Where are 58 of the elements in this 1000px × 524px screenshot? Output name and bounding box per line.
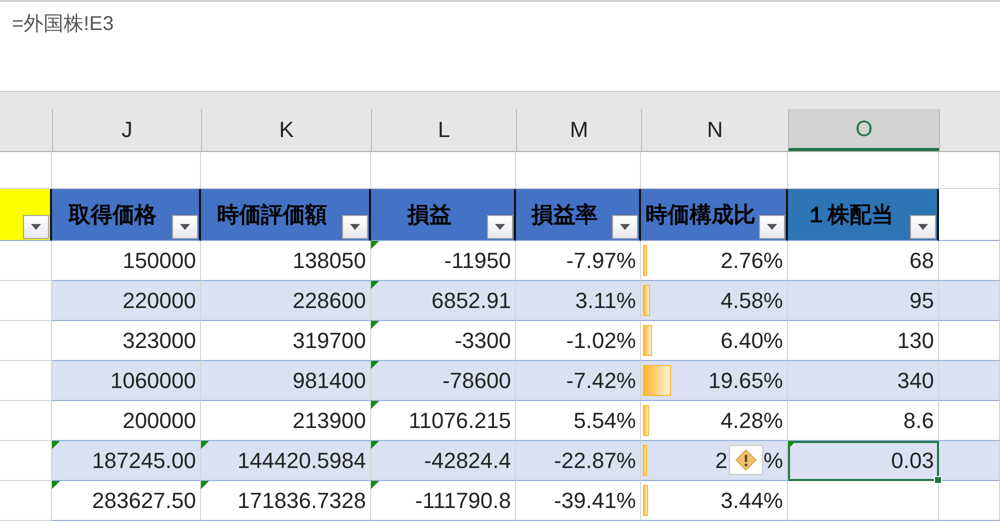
table-cell[interactable]: 283627.50 bbox=[52, 481, 201, 521]
filter-dropdown-button[interactable] bbox=[612, 215, 638, 239]
table-cell[interactable]: 981400 bbox=[201, 361, 371, 401]
table-cell[interactable]: 228600 bbox=[201, 281, 371, 321]
filter-dropdown-button[interactable] bbox=[23, 215, 49, 239]
empty-cell bbox=[939, 152, 1000, 189]
table-header-cell: 損益率 bbox=[516, 189, 641, 241]
table-cell[interactable]: -78600 bbox=[371, 361, 516, 401]
formula-text[interactable]: =外国株!E3 bbox=[12, 13, 114, 35]
table-cell[interactable]: -22.87% bbox=[516, 441, 641, 481]
fill-handle[interactable] bbox=[934, 476, 942, 484]
table-cell[interactable]: 3.11% bbox=[516, 281, 641, 321]
table-cell[interactable]: 0.03 bbox=[788, 441, 939, 481]
table-cell[interactable]: 187245.00 bbox=[52, 441, 201, 481]
column-header[interactable]: K bbox=[201, 92, 371, 152]
table-header-cell: 時価構成比 bbox=[641, 189, 788, 241]
table-cell[interactable]: 220000 bbox=[52, 281, 201, 321]
table-cell[interactable]: -39.41% bbox=[516, 481, 641, 521]
table-cell[interactable]: 3.44% bbox=[641, 481, 788, 521]
table-header-cell: 時価評価額 bbox=[201, 189, 371, 241]
table-header-cell: １株配当 bbox=[788, 189, 939, 241]
caret-icon bbox=[495, 224, 505, 230]
table-cell[interactable]: 144420.5984 bbox=[201, 441, 371, 481]
empty-cell bbox=[0, 481, 52, 521]
column-header[interactable]: J bbox=[52, 92, 201, 152]
caret-icon bbox=[918, 224, 928, 230]
column-header[interactable]: N bbox=[641, 92, 788, 152]
filter-dropdown-button[interactable] bbox=[487, 215, 513, 239]
warning-icon[interactable] bbox=[729, 445, 763, 475]
caret-icon bbox=[767, 224, 777, 230]
empty-cell bbox=[0, 321, 52, 361]
filter-dropdown-button[interactable] bbox=[759, 215, 785, 239]
filter-dropdown-button[interactable] bbox=[910, 215, 936, 239]
table-cell[interactable]: 19.65% bbox=[641, 361, 788, 401]
table-cell[interactable]: 171836.7328 bbox=[201, 481, 371, 521]
table-cell[interactable]: 2 % bbox=[641, 441, 788, 481]
table-cell[interactable]: 6852.91 bbox=[371, 281, 516, 321]
table-cell[interactable]: -7.42% bbox=[516, 361, 641, 401]
table-cell[interactable]: 95 bbox=[788, 281, 939, 321]
table-cell[interactable]: 340 bbox=[788, 361, 939, 401]
caret-icon bbox=[620, 224, 630, 230]
table-cell[interactable]: -42824.4 bbox=[371, 441, 516, 481]
caret-icon bbox=[180, 224, 190, 230]
empty-cell bbox=[939, 481, 1000, 521]
caret-icon bbox=[31, 224, 41, 230]
column-header[interactable]: M bbox=[516, 92, 641, 152]
table-header-cell: 取得価格 bbox=[52, 189, 201, 241]
filter-dropdown-button[interactable] bbox=[172, 215, 198, 239]
table-cell[interactable]: 1060000 bbox=[52, 361, 201, 401]
table-cell[interactable]: -111790.8 bbox=[371, 481, 516, 521]
table-header-cell: 損益 bbox=[371, 189, 516, 241]
filter-dropdown-button[interactable] bbox=[342, 215, 368, 239]
column-header[interactable]: O bbox=[788, 92, 939, 152]
table-cell[interactable]: 4.58% bbox=[641, 281, 788, 321]
caret-icon bbox=[350, 224, 360, 230]
column-header[interactable]: L bbox=[371, 92, 516, 152]
empty-cell bbox=[0, 241, 52, 281]
empty-cell bbox=[0, 401, 52, 441]
